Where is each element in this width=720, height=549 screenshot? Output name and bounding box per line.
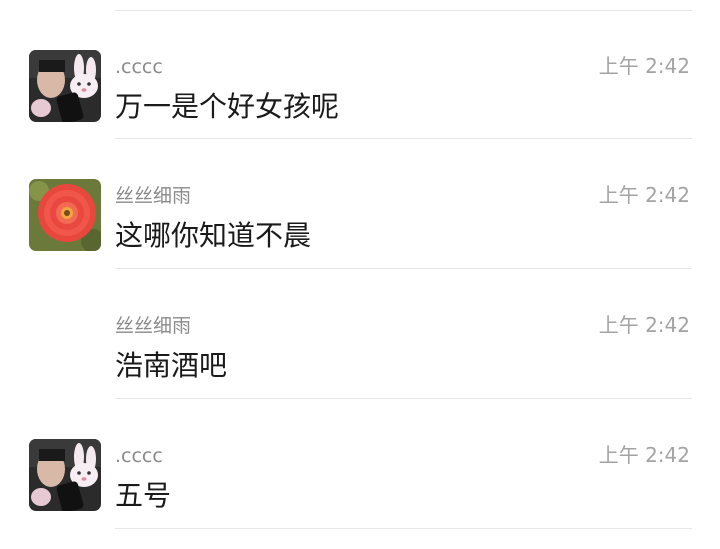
sender-name: 丝丝细雨 [115, 315, 192, 337]
message-text: 这哪你知道不晨 [115, 219, 312, 252]
message-text: 五号 [115, 479, 172, 512]
message-text: 万一是个好女孩呢 [115, 90, 340, 123]
message-time: 上午 2:42 [598, 443, 690, 467]
red-flower-avatar[interactable] [29, 179, 101, 251]
chat-message[interactable]: 丝丝细雨 上午 2:42 这哪你知道不晨 [0, 139, 720, 269]
chat-message[interactable]: .cccc 上午 2:42 五号 [0, 399, 720, 529]
rabbit-photo-avatar[interactable] [29, 439, 101, 511]
chat-message[interactable]: .cccc 上午 2:42 万一是个好女孩呢 [0, 10, 720, 140]
chat-message-list: .cccc 上午 2:42 万一是个好女孩呢 丝丝细雨 上午 2:42 这哪你知… [0, 0, 720, 549]
message-text: 浩南酒吧 [115, 349, 228, 382]
sender-name: .cccc [115, 445, 163, 467]
divider [115, 528, 692, 529]
sender-name: .cccc [115, 56, 163, 78]
message-time: 上午 2:42 [598, 183, 690, 207]
rabbit-photo-avatar[interactable] [29, 50, 101, 122]
message-time: 上午 2:42 [598, 54, 690, 78]
chat-message[interactable]: 丝丝细雨 上午 2:42 浩南酒吧 [0, 269, 720, 399]
message-time: 上午 2:42 [598, 313, 690, 337]
sender-name: 丝丝细雨 [115, 185, 192, 207]
